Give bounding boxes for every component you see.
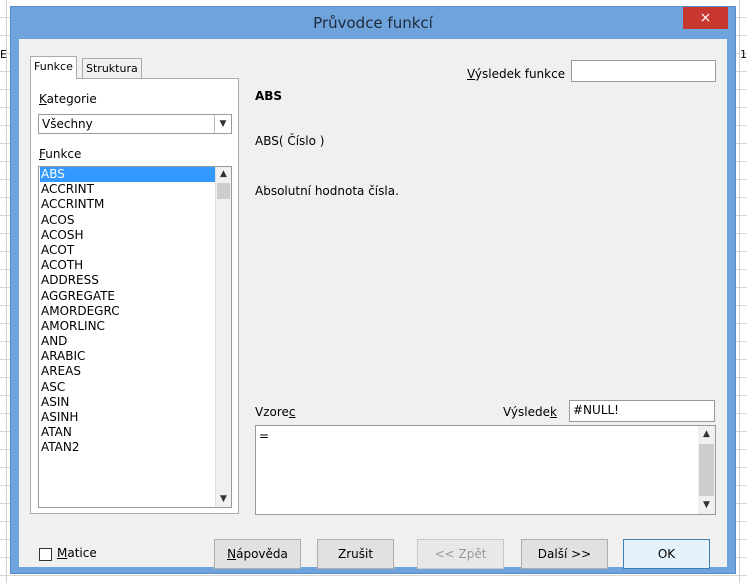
grid-line	[6, 0, 7, 583]
function-list-item[interactable]: AREAS	[40, 364, 216, 379]
function-list-item[interactable]: ACOTH	[40, 258, 216, 273]
function-list-item[interactable]: ASIN	[40, 395, 216, 410]
grid-line	[739, 0, 740, 583]
function-list-item[interactable]: ACCRINTM	[40, 197, 216, 212]
formula-editor[interactable]: = ▲ ▼	[255, 425, 716, 515]
category-select[interactable]: Všechny ▼	[38, 114, 232, 134]
close-icon: ×	[699, 10, 712, 26]
function-list[interactable]: ABS ACCRINT ACCRINTM ACOS ACOSH ACOT ACOTH ADDR…	[38, 166, 232, 508]
function-list-item[interactable]: ATAN2	[40, 440, 216, 455]
result-field[interactable]: #NULL!	[569, 400, 715, 422]
function-list-item[interactable]: ACOS	[40, 213, 216, 228]
close-button[interactable]: ×	[683, 7, 728, 29]
result-label: Výsledek	[503, 405, 557, 419]
function-list-item[interactable]: AMORLINC	[40, 319, 216, 334]
dialog-title: Průvodce funkcí	[313, 14, 433, 32]
function-list-item[interactable]: AGGREGATE	[40, 289, 216, 304]
function-result-field[interactable]	[571, 60, 716, 82]
function-list-item[interactable]: ACOT	[40, 243, 216, 258]
tab-functions[interactable]: Funkce	[30, 56, 77, 79]
matrix-checkbox[interactable]	[39, 548, 52, 561]
dialog-titlebar[interactable]: Průvodce funkcí ×	[11, 7, 735, 39]
formula-label: Vzorec	[255, 405, 296, 419]
function-list-item[interactable]: ACOSH	[40, 228, 216, 243]
cancel-button[interactable]: Zrušit	[317, 539, 394, 569]
scroll-thumb[interactable]	[217, 183, 230, 199]
scroll-up-icon[interactable]: ▲	[698, 426, 715, 443]
scroll-up-icon[interactable]: ▲	[216, 167, 231, 182]
matrix-label: Matice	[57, 546, 97, 560]
formula-scrollbar[interactable]: ▲ ▼	[698, 426, 715, 514]
function-list-items: ABS ACCRINT ACCRINTM ACOS ACOSH ACOT ACOTH ADDR…	[40, 167, 216, 456]
function-list-item[interactable]: ATAN	[40, 425, 216, 440]
function-list-item[interactable]: ARABIC	[40, 349, 216, 364]
scroll-thumb[interactable]	[699, 444, 714, 496]
function-result-label: Výsledek funkce	[467, 67, 566, 81]
function-list-item[interactable]: AMORDEGRC	[40, 304, 216, 319]
function-list-item[interactable]: ASC	[40, 380, 216, 395]
function-list-item[interactable]: ADDRESS	[40, 273, 216, 288]
scroll-down-icon[interactable]: ▼	[216, 492, 231, 507]
back-button[interactable]: << Zpět	[417, 539, 504, 569]
chevron-down-icon[interactable]: ▼	[214, 115, 231, 133]
scroll-down-icon[interactable]: ▼	[698, 497, 715, 514]
column-header-edge: E	[0, 48, 7, 61]
function-description: Absolutní hodnota čísla.	[255, 184, 399, 198]
function-label: Funkce	[39, 147, 82, 161]
function-list-scrollbar[interactable]: ▲ ▼	[215, 167, 231, 507]
ok-button[interactable]: OK	[623, 539, 710, 569]
function-syntax: ABS( Číslo )	[255, 134, 325, 148]
function-list-item[interactable]: ABS	[40, 167, 216, 183]
function-list-item[interactable]: AND	[40, 334, 216, 349]
dialog-client-area: Funkce Struktura Kategorie Všechny ▼ Fun…	[19, 39, 727, 569]
help-button[interactable]: Nápověda	[214, 539, 301, 569]
function-list-item[interactable]: ACCRINT	[40, 182, 216, 197]
category-label: Kategorie	[39, 92, 97, 106]
formula-text: =	[259, 429, 270, 443]
tab-structure[interactable]: Struktura	[82, 58, 142, 78]
category-value: Všechny	[42, 117, 93, 131]
column-header-edge: 1	[740, 48, 747, 61]
function-list-item[interactable]: ASINH	[40, 410, 216, 425]
next-button[interactable]: Další >>	[521, 539, 608, 569]
function-wizard-dialog: Průvodce funkcí × Funkce Struktura Kateg…	[10, 6, 736, 574]
function-name: ABS	[255, 89, 283, 103]
